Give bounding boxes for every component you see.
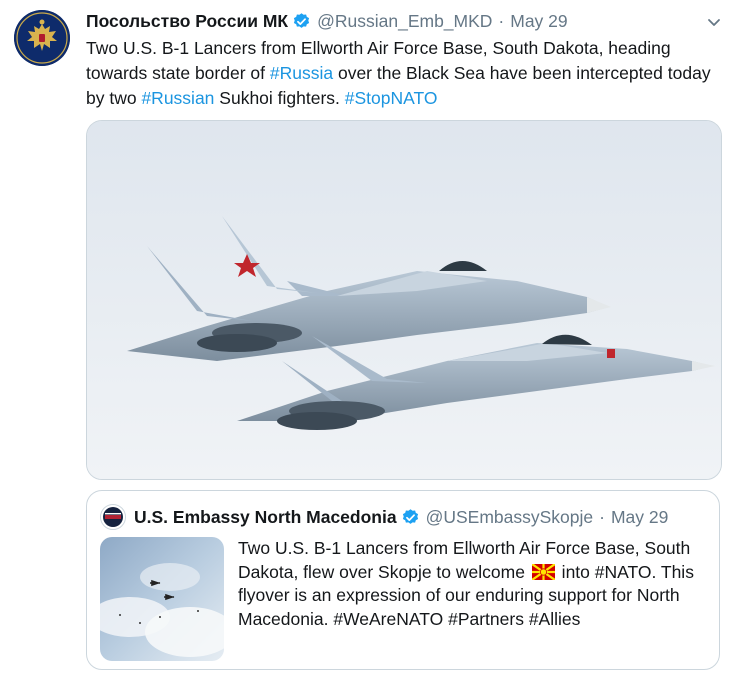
chevron-down-icon[interactable]: [704, 12, 724, 32]
verified-badge-icon: [292, 12, 311, 31]
author-avatar[interactable]: [14, 10, 70, 66]
hashtag-link[interactable]: #Russia: [270, 63, 333, 83]
quoted-tweet-header: U.S. Embassy North Macedonia @USEmbassyS…: [134, 505, 668, 529]
north-macedonia-flag-icon: [531, 562, 556, 581]
quoted-tweet-text: Two U.S. B-1 Lancers from Ellworth Air F…: [238, 537, 708, 631]
quoted-author-avatar[interactable]: [100, 504, 126, 530]
tweet-media-photo[interactable]: [86, 120, 722, 480]
tweet-date[interactable]: May 29: [510, 11, 567, 32]
quoted-tweet-card[interactable]: U.S. Embassy North Macedonia @USEmbassyS…: [86, 490, 720, 670]
verified-badge-icon: [401, 508, 420, 527]
author-handle[interactable]: @Russian_Emb_MKD: [317, 11, 492, 32]
quoted-author-name[interactable]: U.S. Embassy North Macedonia: [134, 507, 397, 528]
tweet-text: Two U.S. B-1 Lancers from Ellworth Air F…: [86, 36, 726, 111]
fighter-jets-image: [87, 121, 721, 479]
quoted-author-handle[interactable]: @USEmbassySkopje: [426, 507, 594, 528]
separator-dot: ·: [498, 10, 505, 31]
tweet-header: Посольство России МК @Russian_Emb_MKD · …: [86, 9, 724, 33]
russian-coat-of-arms-icon: [14, 10, 70, 66]
hashtag-link[interactable]: #StopNATO: [345, 88, 438, 108]
flyover-sky-image: [100, 537, 224, 661]
quoted-tweet-date[interactable]: May 29: [611, 507, 668, 528]
quoted-tweet-thumbnail[interactable]: [100, 537, 224, 661]
us-embassy-seal-icon: [101, 505, 125, 529]
separator-dot: ·: [599, 506, 605, 527]
author-name[interactable]: Посольство России МК: [86, 11, 288, 32]
tweet-text-segment: Sukhoi fighters.: [214, 88, 345, 108]
hashtag-link[interactable]: #Russian: [141, 88, 214, 108]
